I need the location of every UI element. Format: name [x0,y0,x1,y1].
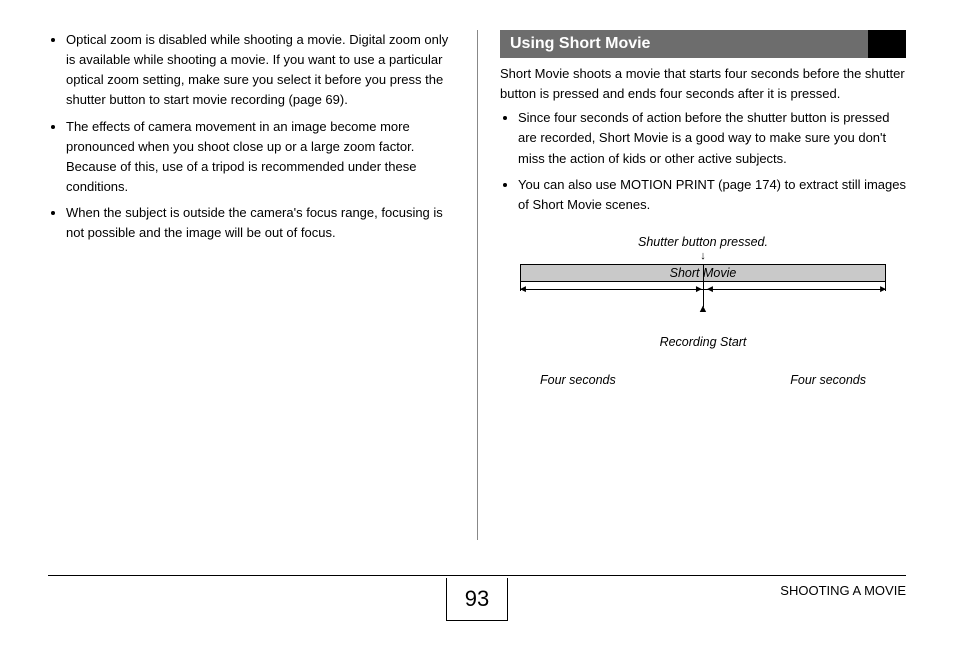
arrow-left-icon: ◄ [518,285,528,295]
intro-paragraph: Short Movie shoots a movie that starts f… [500,64,906,104]
recording-start-label: Recording Start [520,335,886,349]
arrow-right-icon: ► [878,285,888,295]
diagram-span-line: ◄ ► ◄ ► ▲ [520,283,886,313]
left-column: Optical zoom is disabled while shooting … [48,30,477,540]
list-item: The effects of camera movement in an ima… [66,117,455,198]
section-heading: Using Short Movie [500,30,906,58]
right-bullet-list: Since four seconds of action before the … [500,108,906,215]
page-number: 93 [446,578,508,621]
list-item: Since four seconds of action before the … [518,108,906,168]
arrow-up-icon: ▲ [698,303,709,315]
list-item: Optical zoom is disabled while shooting … [66,30,455,111]
arrow-right-icon: ► [694,285,704,295]
footer-rule [48,575,906,576]
short-movie-diagram: Shutter button pressed. ↓ Short Movie ◄ … [500,235,906,387]
left-bullet-list: Optical zoom is disabled while shooting … [48,30,455,243]
right-column: Using Short Movie Short Movie shoots a m… [477,30,906,540]
duration-left-label: Four seconds [540,373,616,387]
arrow-left-icon: ◄ [705,285,715,295]
arrow-down-icon: ↓ [520,251,886,261]
footer-section-label: SHOOTING A MOVIE [780,583,906,598]
diagram-top-label: Shutter button pressed. [520,235,886,249]
duration-right-label: Four seconds [790,373,866,387]
list-item: When the subject is outside the camera's… [66,203,455,243]
list-item: You can also use MOTION PRINT (page 174)… [518,175,906,215]
